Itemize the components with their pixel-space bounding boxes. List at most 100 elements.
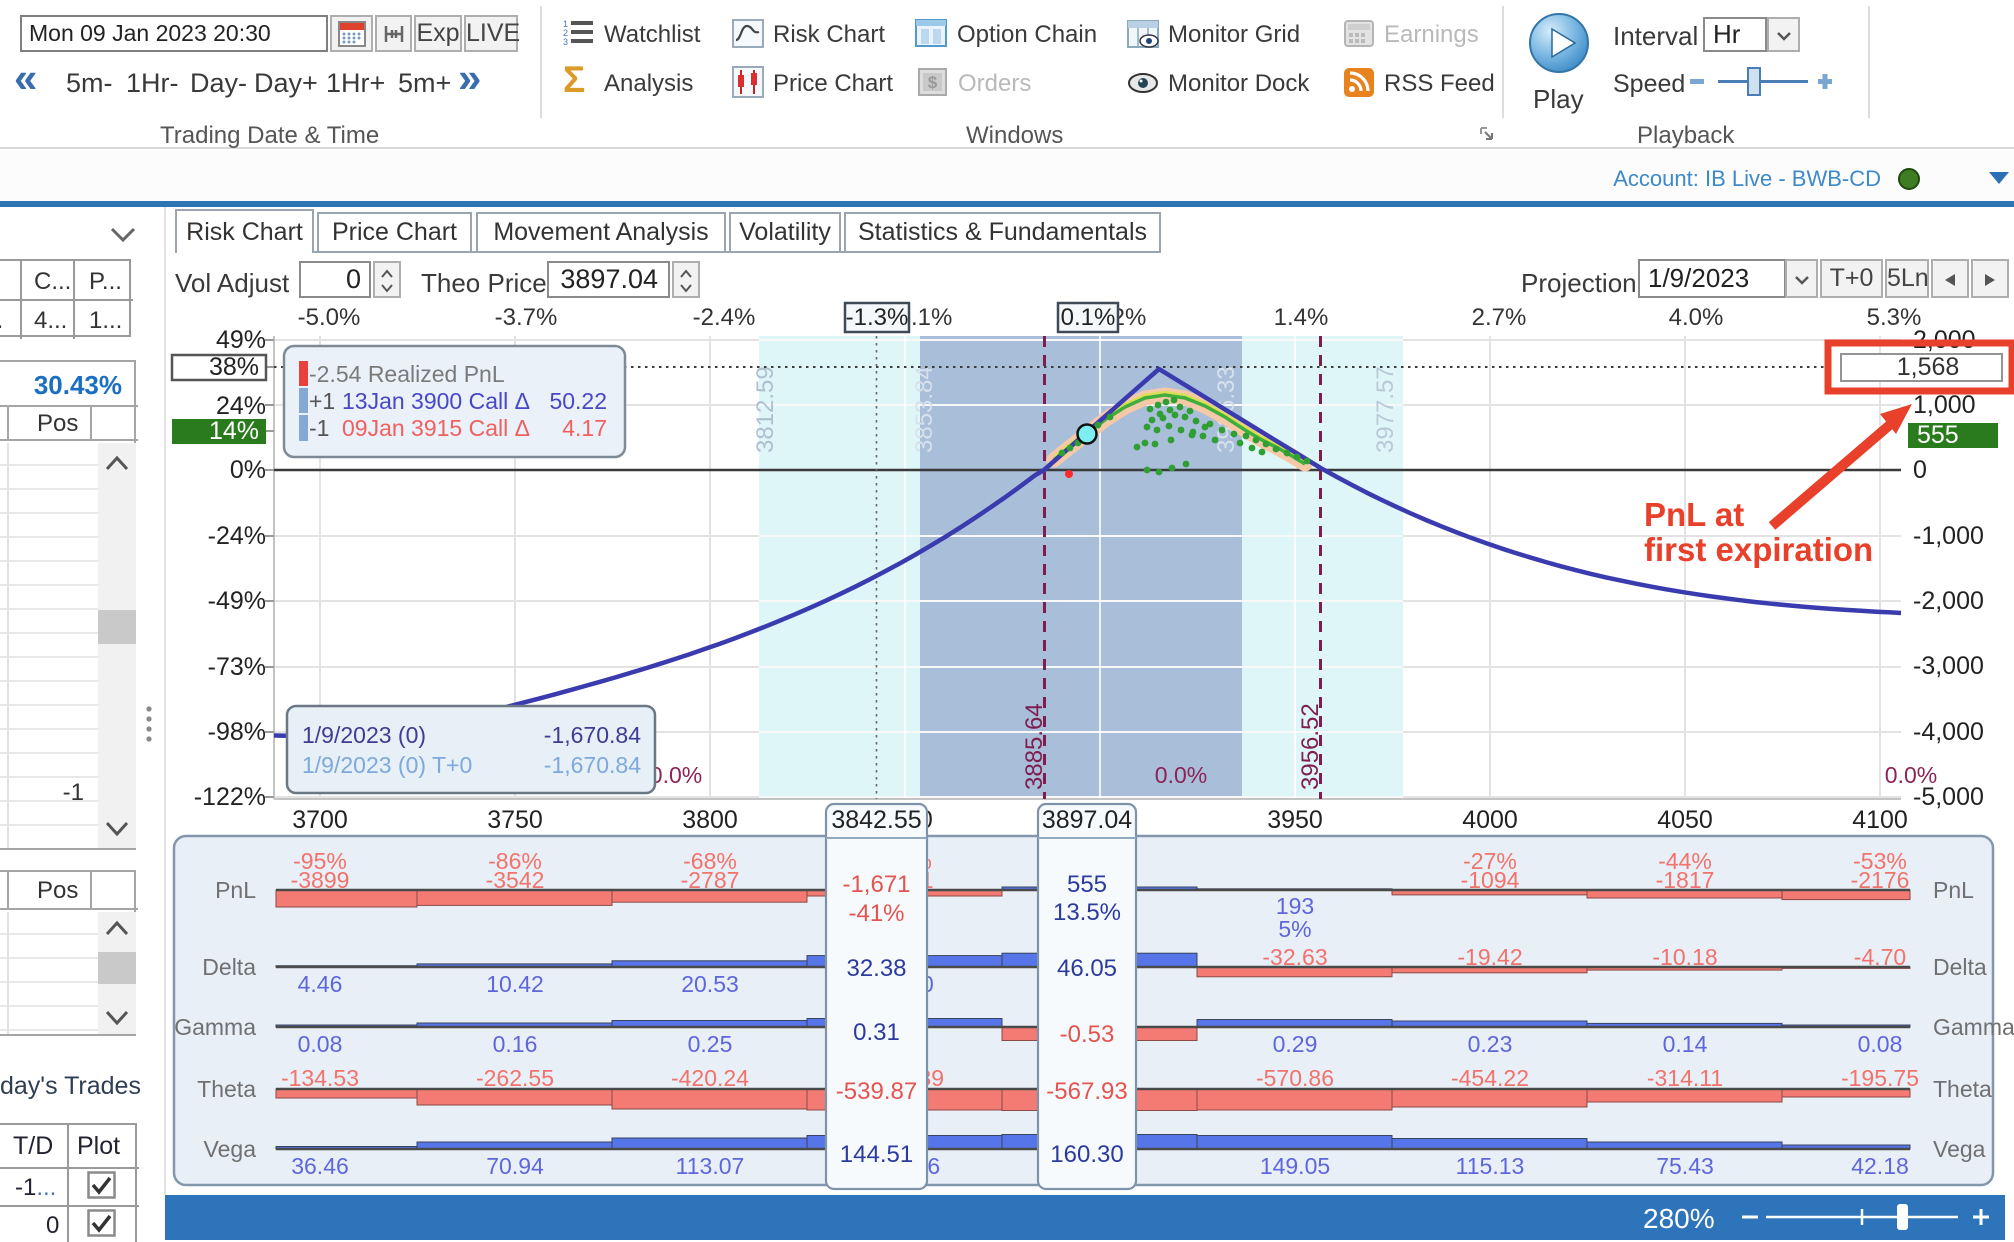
svg-text:0.1%: 0.1% (1061, 304, 1116, 331)
svg-text:-1.3%: -1.3% (846, 304, 909, 331)
svg-text:-1,671: -1,671 (842, 871, 910, 898)
svg-text:24%: 24% (216, 392, 266, 420)
svg-text:0.25: 0.25 (688, 1031, 733, 1057)
svg-text:-454.22: -454.22 (1451, 1065, 1529, 1091)
svg-text:20.53: 20.53 (681, 971, 739, 997)
svg-text:46.05: 46.05 (1057, 955, 1117, 982)
svg-text:10.42: 10.42 (486, 971, 544, 997)
svg-text:4100: 4100 (1852, 806, 1908, 834)
svg-text:38%: 38% (209, 353, 259, 381)
svg-text:-539.87: -539.87 (836, 1078, 917, 1105)
svg-text:PnL: PnL (215, 877, 256, 903)
svg-text:-570.86: -570.86 (1256, 1065, 1334, 1091)
svg-text:0%: 0% (230, 456, 266, 484)
svg-text:3956.52: 3956.52 (1297, 703, 1324, 790)
svg-text:-3.7%: -3.7% (495, 304, 558, 331)
svg-text:3750: 3750 (487, 806, 543, 834)
svg-text:4000: 4000 (1462, 806, 1518, 834)
svg-text:13.5%: 13.5% (1053, 899, 1121, 926)
svg-text:0.0%: 0.0% (650, 762, 702, 788)
svg-text:4050: 4050 (1657, 806, 1713, 834)
svg-text:-195.75: -195.75 (1841, 1065, 1919, 1091)
svg-text:-5.0%: -5.0% (298, 304, 361, 331)
svg-text:4.46: 4.46 (298, 971, 343, 997)
svg-text:36.46: 36.46 (291, 1153, 349, 1179)
svg-text:3977.57: 3977.57 (1372, 366, 1399, 453)
svg-text:-1,670.84: -1,670.84 (544, 752, 641, 778)
svg-text:Vega: Vega (1933, 1136, 1986, 1162)
svg-text:32.38: 32.38 (846, 955, 906, 982)
svg-text:-4,000: -4,000 (1913, 718, 1984, 746)
svg-text:1/9/2023 (0): 1/9/2023 (0) (302, 722, 426, 748)
svg-text:PnL at: PnL at (1644, 496, 1744, 533)
svg-text:Theta: Theta (1933, 1076, 1992, 1102)
svg-text:-2.54 Realized PnL: -2.54 Realized PnL (309, 361, 505, 387)
svg-text:0.16: 0.16 (493, 1031, 538, 1057)
svg-text:3700: 3700 (292, 806, 348, 834)
svg-text:-1,670.84: -1,670.84 (544, 722, 641, 748)
svg-text:-19.42: -19.42 (1457, 944, 1522, 970)
svg-text:-32.63: -32.63 (1262, 944, 1327, 970)
svg-text:-1: -1 (309, 415, 329, 441)
svg-text:-262.55: -262.55 (476, 1065, 554, 1091)
svg-text:0.31: 0.31 (853, 1019, 900, 1046)
svg-text:Delta: Delta (1933, 954, 1987, 980)
svg-text:-567.93: -567.93 (1046, 1078, 1127, 1105)
svg-text:70.94: 70.94 (486, 1153, 544, 1179)
svg-text:-3,000: -3,000 (1913, 652, 1984, 680)
svg-text:Theta: Theta (197, 1076, 256, 1102)
svg-text:-122%: -122% (194, 783, 266, 811)
svg-text:+1: +1 (309, 388, 335, 414)
svg-text:3842.55: 3842.55 (831, 806, 921, 834)
svg-text:0: 0 (1913, 456, 1927, 484)
svg-text:1,568: 1,568 (1897, 353, 1960, 381)
svg-text:-73%: -73% (208, 653, 266, 681)
svg-text:1,000: 1,000 (1913, 391, 1976, 419)
svg-text:-2.4%: -2.4% (693, 304, 756, 331)
svg-text:-10.18: -10.18 (1652, 944, 1717, 970)
svg-text:Delta: Delta (202, 954, 256, 980)
svg-text:50.22: 50.22 (549, 388, 607, 414)
svg-text:-4.70: -4.70 (1854, 944, 1906, 970)
svg-text:Vega: Vega (204, 1136, 257, 1162)
svg-text:115.13: 115.13 (1456, 1153, 1525, 1179)
svg-text:3950: 3950 (1267, 806, 1323, 834)
svg-text:42.18: 42.18 (1851, 1153, 1909, 1179)
svg-text:0.29: 0.29 (1273, 1031, 1318, 1057)
svg-text:-1,000: -1,000 (1913, 522, 1984, 550)
svg-text:160.30: 160.30 (1050, 1141, 1123, 1168)
svg-text:PnL: PnL (1933, 877, 1974, 903)
svg-text:-5,000: -5,000 (1913, 783, 1984, 811)
svg-text:-41%: -41% (848, 900, 904, 927)
svg-text:3897.04: 3897.04 (1042, 806, 1132, 834)
svg-text:-98%: -98% (208, 718, 266, 746)
svg-text:first expiration: first expiration (1644, 531, 1873, 568)
svg-text:0.08: 0.08 (1858, 1031, 1903, 1057)
svg-text:09Jan 3915 Call Δ: 09Jan 3915 Call Δ (342, 415, 530, 441)
svg-text:1.4%: 1.4% (1274, 304, 1329, 331)
svg-text:1/9/2023 (0) T+0: 1/9/2023 (0) T+0 (302, 752, 472, 778)
svg-text:3853.84: 3853.84 (911, 366, 938, 453)
svg-text:144.51: 144.51 (840, 1141, 913, 1168)
svg-text:49%: 49% (216, 326, 266, 354)
svg-text:75.43: 75.43 (1656, 1153, 1714, 1179)
svg-text:-2,000: -2,000 (1913, 587, 1984, 615)
svg-text:-134.53: -134.53 (281, 1065, 359, 1091)
svg-text:113.07: 113.07 (676, 1153, 745, 1179)
svg-text:555: 555 (1917, 421, 1959, 449)
svg-text:Gamma: Gamma (174, 1014, 256, 1040)
svg-text:4.17: 4.17 (562, 415, 607, 441)
svg-text:-2787: -2787 (681, 867, 740, 893)
svg-text:-420.24: -420.24 (671, 1065, 749, 1091)
svg-text:3800: 3800 (682, 806, 738, 834)
svg-text:-49%: -49% (208, 587, 266, 615)
svg-text:0.0%: 0.0% (1155, 762, 1207, 788)
svg-text:Gamma: Gamma (1933, 1014, 2014, 1040)
svg-text:3812.59: 3812.59 (752, 366, 779, 453)
svg-text:-0.53: -0.53 (1060, 1021, 1115, 1048)
svg-text:555: 555 (1067, 871, 1107, 898)
svg-text:-3899: -3899 (291, 867, 350, 893)
svg-text:14%: 14% (209, 417, 259, 445)
svg-text:-1817: -1817 (1656, 867, 1715, 893)
svg-text:4.0%: 4.0% (1669, 304, 1724, 331)
